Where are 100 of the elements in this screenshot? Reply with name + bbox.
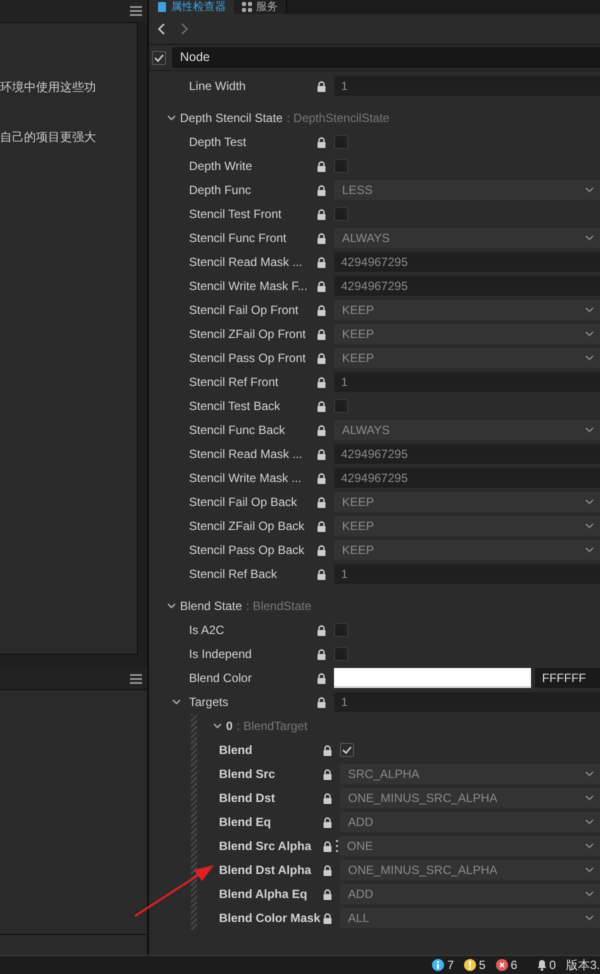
node-name-field[interactable]: Node [172, 47, 600, 68]
lock-icon[interactable] [323, 864, 332, 876]
property-label: Stencil Write Mask ... [189, 470, 302, 487]
lock-icon[interactable] [317, 280, 326, 292]
property-label: Is Independ [189, 646, 253, 663]
lock-icon[interactable] [317, 208, 326, 220]
lock-icon[interactable] [317, 376, 326, 388]
dropdown[interactable]: ONE [339, 836, 600, 856]
lock-icon[interactable] [323, 840, 332, 852]
chevron-down-icon [585, 355, 594, 361]
lock-icon[interactable] [317, 696, 326, 708]
dropdown[interactable]: KEEP [334, 492, 600, 512]
dropdown[interactable]: ALWAYS [334, 228, 600, 248]
lock-icon[interactable] [317, 520, 326, 532]
checkbox[interactable] [340, 743, 354, 757]
expand-icon[interactable] [167, 603, 176, 609]
lock-icon[interactable] [317, 568, 326, 580]
checkbox[interactable] [334, 399, 348, 413]
lock-icon[interactable] [317, 496, 326, 508]
checkbox[interactable] [334, 159, 348, 173]
property-label: Stencil ZFail Op Back [189, 518, 306, 535]
lock-icon[interactable] [317, 352, 326, 364]
lock-icon[interactable] [323, 768, 332, 780]
lock-icon[interactable] [317, 232, 326, 244]
tab[interactable]: 属性检查器 [149, 0, 234, 14]
dropdown[interactable]: ALWAYS [334, 420, 600, 440]
lock-icon[interactable] [317, 160, 326, 172]
lock-icon[interactable] [317, 624, 326, 636]
lock-icon[interactable] [323, 744, 332, 756]
lock-icon[interactable] [317, 672, 326, 684]
lock-icon[interactable] [317, 448, 326, 460]
property-label: Stencil Pass Op Front [189, 350, 307, 367]
checkbox[interactable] [334, 647, 348, 661]
chevron-down-icon [585, 499, 594, 505]
info-icon[interactable] [432, 959, 444, 971]
menu-icon[interactable] [130, 6, 142, 16]
chevron-down-icon [585, 187, 594, 193]
dropdown[interactable]: ALL [340, 908, 600, 928]
expand-icon[interactable] [167, 115, 176, 121]
number-field[interactable]: 1 [334, 76, 600, 96]
lock-icon[interactable] [317, 80, 326, 92]
checkbox[interactable] [334, 135, 348, 149]
section-title[interactable]: Depth Stencil State [180, 109, 283, 127]
lock-icon[interactable] [317, 136, 326, 148]
lock-icon[interactable] [323, 816, 332, 828]
drag-handle-icon[interactable] [336, 840, 338, 852]
tab[interactable]: 服务 [234, 0, 287, 14]
dropdown[interactable]: KEEP [334, 540, 600, 560]
number-field[interactable]: 1 [334, 372, 600, 392]
count-label: 0 [549, 957, 556, 974]
lock-icon[interactable] [317, 472, 326, 484]
checkbox[interactable] [152, 50, 166, 64]
lock-icon[interactable] [317, 328, 326, 340]
property-label: Stencil Read Mask ... [189, 446, 304, 463]
lock-icon[interactable] [317, 184, 326, 196]
lock-icon[interactable] [317, 400, 326, 412]
forward-icon[interactable] [180, 23, 188, 35]
color-swatch[interactable] [334, 668, 531, 688]
property-label: Blend Color Mask [219, 910, 322, 927]
lock-icon[interactable] [317, 544, 326, 556]
count-label: 6 [510, 957, 518, 974]
number-field[interactable]: 4294967295 [334, 444, 600, 464]
dropdown[interactable]: ONE_MINUS_SRC_ALPHA [340, 788, 600, 808]
number-field[interactable]: 1 [334, 692, 600, 712]
dropdown[interactable]: LESS [334, 180, 600, 200]
checkbox[interactable] [334, 207, 348, 221]
dropdown[interactable]: ADD [340, 812, 600, 832]
lock-icon[interactable] [317, 648, 326, 660]
menu-icon[interactable] [130, 674, 142, 684]
hex-field[interactable]: FFFFFF [535, 668, 600, 688]
lock-icon[interactable] [323, 792, 332, 804]
number-field[interactable]: 1 [334, 564, 600, 584]
dropdown[interactable]: KEEP [334, 324, 600, 344]
lock-icon[interactable] [317, 424, 326, 436]
count-label: 7 [447, 957, 454, 974]
dropdown[interactable]: KEEP [334, 516, 600, 536]
dropdown[interactable]: SRC_ALPHA [340, 764, 600, 784]
number-field[interactable]: 4294967295 [334, 252, 600, 272]
property-label: Blend Dst [219, 790, 276, 807]
section-title[interactable]: Blend State [180, 597, 242, 615]
dropdown[interactable]: ONE_MINUS_SRC_ALPHA [340, 860, 600, 880]
dropdown[interactable]: KEEP [334, 348, 600, 368]
expand-icon[interactable] [213, 723, 222, 729]
error-icon[interactable] [496, 959, 508, 971]
bell-icon[interactable] [537, 959, 548, 971]
lock-icon[interactable] [323, 888, 332, 900]
lock-icon[interactable] [317, 256, 326, 268]
property-label: Stencil Read Mask ... [189, 254, 304, 271]
number-field[interactable]: 4294967295 [334, 468, 600, 488]
number-field[interactable]: 4294967295 [334, 276, 600, 296]
dropdown[interactable]: KEEP [334, 300, 600, 320]
warning-icon[interactable] [464, 959, 476, 971]
chevron-down-icon [585, 915, 594, 921]
lock-icon[interactable] [317, 304, 326, 316]
expand-icon[interactable] [172, 699, 181, 705]
dropdown[interactable]: ADD [340, 884, 600, 904]
back-icon[interactable] [158, 23, 166, 35]
checkbox[interactable] [334, 623, 348, 637]
section-title[interactable]: 0 [226, 717, 233, 735]
lock-icon[interactable] [323, 912, 332, 924]
